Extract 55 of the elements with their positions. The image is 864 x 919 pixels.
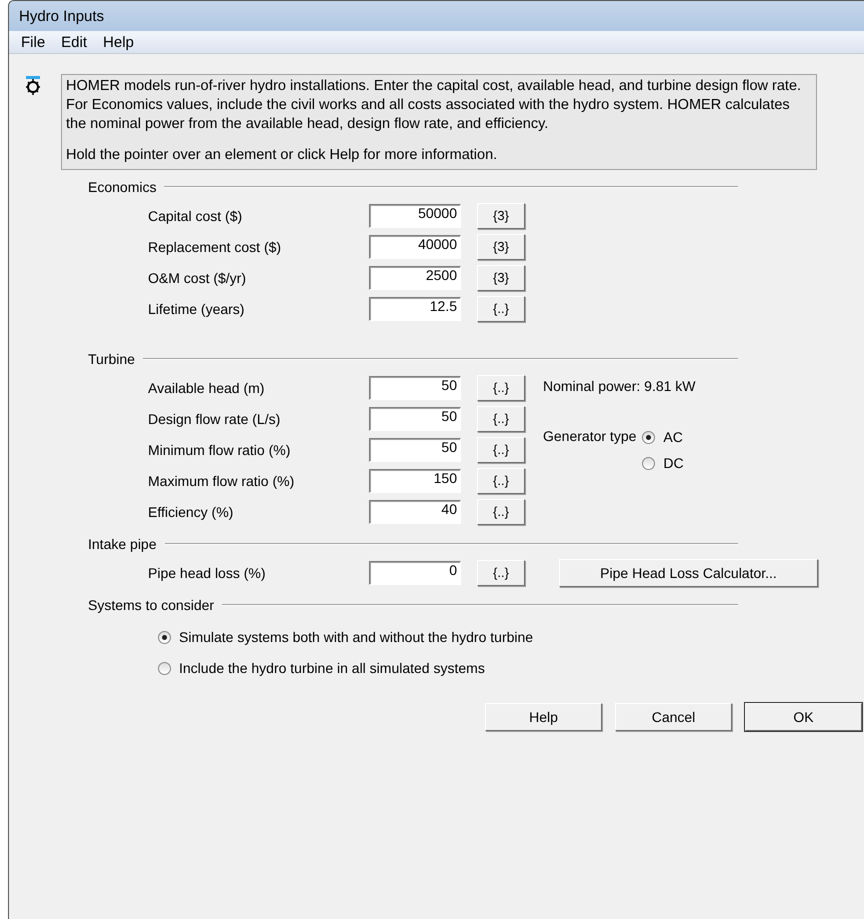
field-label: Maximum flow ratio (%) (147, 472, 296, 488)
options-button[interactable]: {..} (477, 296, 525, 322)
input-field[interactable]: 150 (369, 468, 461, 492)
radio-label: DC (663, 455, 684, 471)
menu-item[interactable]: Help (97, 34, 140, 50)
gear-icon (25, 76, 41, 96)
options-button[interactable]: {..} (477, 498, 525, 524)
input-field[interactable]: 50 (369, 438, 461, 462)
dialog-button[interactable]: Help (485, 703, 602, 731)
radio-label: Simulate systems both with and without the hydro turbine (179, 629, 534, 645)
input-field[interactable]: 50 (369, 376, 461, 400)
field-label: O&M cost ($/yr) (147, 270, 248, 286)
section-title: Systems to consider (88, 597, 214, 613)
field-label: Capital cost ($) (147, 208, 244, 224)
window-title: Hydro Inputs (19, 8, 104, 24)
options-button[interactable]: {..} (477, 374, 525, 400)
field-label: Available head (m) (147, 380, 266, 396)
radio-label: Include the hydro turbine in all simulated systems (179, 660, 485, 676)
input-field[interactable]: 0 (369, 560, 461, 584)
field-label: Pipe head loss (%) (147, 564, 267, 580)
options-button[interactable]: {3} (477, 264, 525, 290)
options-button[interactable]: {3} (477, 202, 525, 228)
field-label: Minimum flow ratio (%) (147, 442, 292, 458)
generator-type-label: Generator type (543, 427, 636, 446)
radio-button[interactable] (158, 662, 171, 674)
field-label: Replacement cost ($) (147, 238, 282, 254)
options-button[interactable]: {3} (477, 234, 525, 260)
menu-item[interactable]: Edit (55, 34, 94, 50)
input-field[interactable]: 50000 (369, 204, 461, 228)
input-field[interactable]: 12.5 (369, 296, 461, 320)
radio-button[interactable] (642, 430, 656, 444)
field-label: Lifetime (years) (147, 300, 246, 316)
input-field[interactable]: 2500 (369, 266, 461, 290)
calculator-button[interactable]: Pipe Head Loss Calculator... (559, 558, 818, 586)
info-text: HOMER models run-of-river hydro installations. Enter the capital cost, available head, and turbine design flow rate. For Economics values, include the civil works and all costs associated with the hydro system. HOMER calculates the nominal power from the available head, design flow rate, and efficiency. (66, 77, 802, 134)
info-text: Hold the pointer over an element or click Help for more information. (66, 146, 498, 165)
input-field[interactable]: 40 (369, 500, 461, 524)
options-button[interactable]: {..} (477, 560, 525, 586)
options-button[interactable]: {..} (477, 436, 525, 462)
field-label: Efficiency (%) (147, 504, 234, 520)
options-button[interactable]: {..} (477, 468, 525, 494)
options-button[interactable]: {..} (477, 406, 525, 432)
radio-button[interactable] (642, 456, 656, 470)
section-title: Intake pipe (88, 536, 156, 552)
input-field[interactable]: 40000 (369, 234, 461, 258)
radio-button[interactable] (158, 630, 171, 644)
dialog-button[interactable]: Cancel (615, 703, 732, 731)
section-title: Economics (88, 179, 156, 195)
input-field[interactable]: 50 (369, 406, 461, 430)
section-title: Turbine (88, 351, 135, 367)
menu-item[interactable]: File (15, 34, 52, 50)
field-label: Design flow rate (L/s) (147, 410, 282, 426)
nominal-power-text: Nominal power: 9.81 kW (543, 378, 696, 394)
dialog-button[interactable]: OK (745, 703, 862, 731)
radio-label: AC (663, 429, 683, 445)
